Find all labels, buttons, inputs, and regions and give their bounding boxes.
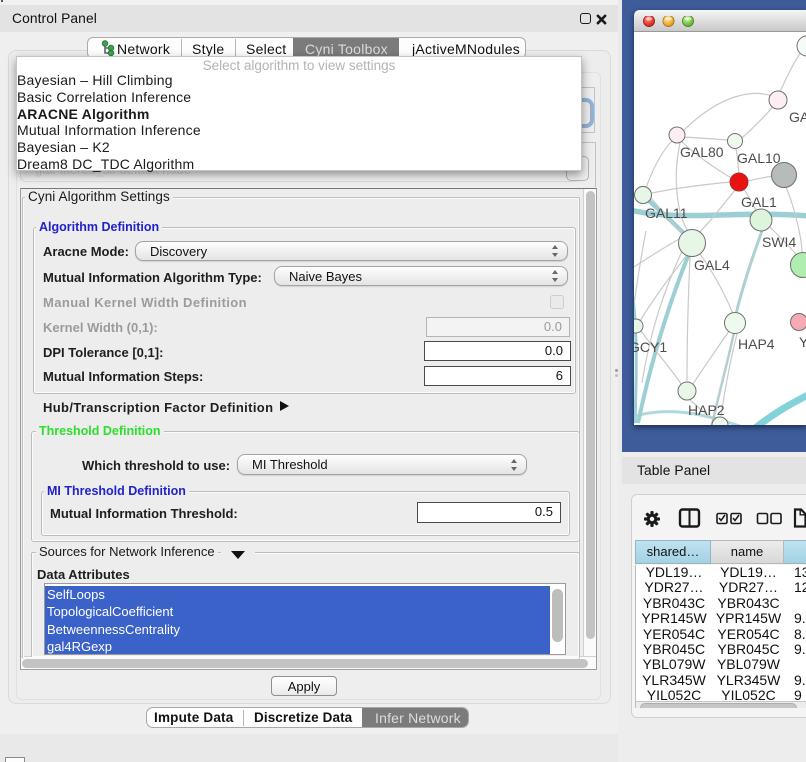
svg-text:GCY1: GCY1 (634, 339, 667, 355)
svg-text:GAL10: GAL10 (737, 150, 781, 166)
svg-text:SWI4: SWI4 (762, 234, 796, 250)
svg-text:GAL11: GAL11 (645, 205, 688, 221)
svg-text:GAL4: GAL4 (694, 257, 730, 273)
svg-text:GAL1: GAL1 (741, 194, 777, 210)
svg-text:GAL80: GAL80 (680, 144, 724, 160)
svg-text:Y: Y (799, 334, 806, 350)
svg-text:GAL: GAL (789, 109, 806, 125)
svg-text:HAP4: HAP4 (738, 336, 775, 352)
svg-text:HAP2: HAP2 (688, 402, 725, 418)
